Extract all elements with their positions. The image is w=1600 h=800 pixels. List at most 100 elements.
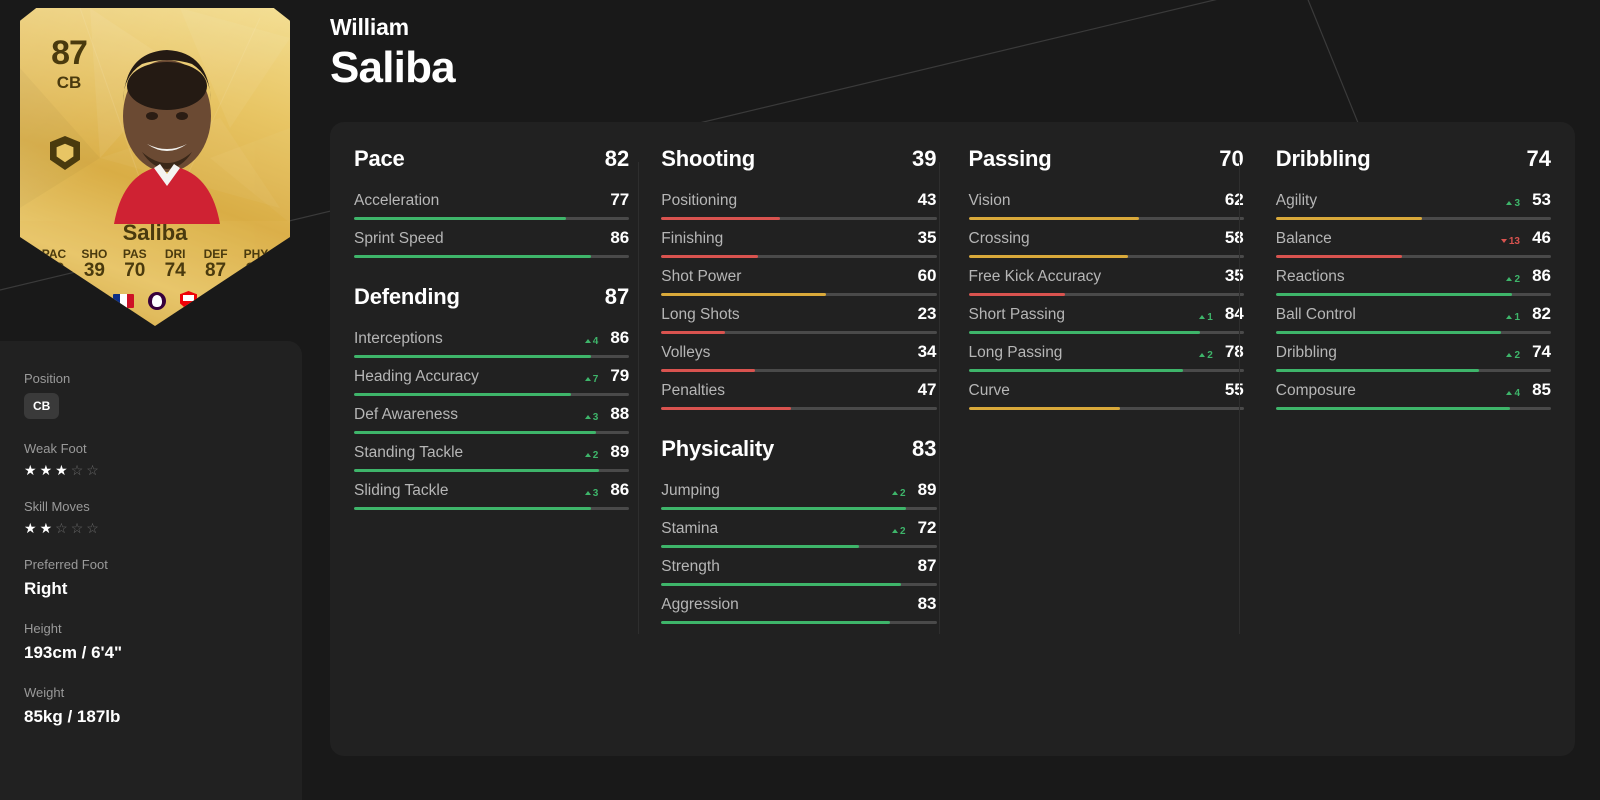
stat-delta-badge: 4	[584, 336, 598, 347]
stat-bar-track	[1275, 407, 1551, 410]
stat-delta-badge: 2	[1506, 274, 1520, 285]
stat-top: Def Awareness 3 88	[354, 404, 629, 424]
group-value: 70	[1219, 146, 1244, 171]
stat-name: Jumping	[661, 482, 720, 499]
skill-moves-stars: ★★☆☆☆	[24, 521, 278, 535]
card-position: CB	[56, 73, 82, 92]
stat-name: Penalties	[661, 382, 726, 399]
stat-delta-value: 7	[592, 373, 599, 385]
triangle-up-icon	[584, 339, 591, 343]
stat-bar-track	[661, 407, 937, 410]
stat-value: 35	[917, 228, 937, 247]
stat-name: Standing Tackle	[354, 444, 464, 461]
group-name: Physicality	[661, 436, 775, 461]
stat-bar-fill	[661, 621, 890, 624]
group-header: Pace 82	[352, 140, 631, 182]
stat-value: 74	[1532, 342, 1551, 361]
star-filled: ★	[24, 462, 40, 478]
stat-name: Crossing	[968, 230, 1030, 247]
stat-name: Long Shots	[661, 306, 740, 323]
stat-top: Sprint Speed 86	[354, 228, 629, 248]
stat-name: Acceleration	[354, 192, 440, 209]
star-empty: ☆	[70, 462, 87, 478]
stat-delta-value: 2	[899, 525, 906, 537]
stat-row: Reactions 2 86	[1274, 258, 1553, 296]
attribute-group-pace: Pace 82 Acceleration 77 Sprint Speed 86	[352, 140, 631, 258]
triangle-up-icon	[584, 415, 591, 419]
stat-name: Shot Power	[661, 268, 742, 285]
stat-value: 72	[917, 518, 937, 537]
player-name-header: William Saliba	[330, 14, 456, 93]
stat-top: Stamina 2 72	[661, 518, 936, 538]
stat-row: Acceleration 77	[352, 182, 631, 220]
stat-name: Heading Accuracy	[354, 368, 479, 385]
stat-value: 46	[1532, 228, 1551, 247]
stat-name: Aggression	[661, 596, 739, 613]
position-chip[interactable]: CB	[24, 393, 60, 419]
stat-top: Long Passing 2 78	[969, 342, 1244, 362]
column-divider	[1238, 162, 1240, 634]
stat-name: Short Passing	[968, 306, 1066, 323]
info-height-label: Height	[24, 621, 62, 636]
card-rating: 87 CB	[40, 36, 98, 91]
card-stat-row: PAC 82 SHO 39 PAS 70 DRI 74 DEF 87 PHY 8…	[34, 248, 276, 281]
stat-row: Vision 62	[967, 182, 1246, 220]
group-value: 83	[912, 436, 937, 461]
attribute-group-dribbling: Dribbling 74 Agility 3 53 Balance 13 46 Reaction…	[1274, 140, 1553, 410]
info-weak-foot-label: Weak Foot	[24, 441, 87, 456]
info-weight-value: 85kg / 187lb	[24, 707, 121, 726]
info-preferred-foot-value: Right	[24, 579, 68, 598]
stat-top: Dribbling 2 74	[1276, 342, 1551, 362]
stat-delta-value: 2	[899, 487, 906, 499]
triangle-up-icon	[1506, 201, 1513, 205]
attribute-column-0: Pace 82 Acceleration 77 Sprint Speed 86 Defend…	[352, 140, 631, 644]
stat-value: 23	[917, 304, 937, 323]
column-divider	[938, 162, 940, 634]
stat-bar-fill	[354, 507, 591, 510]
stat-value: 34	[917, 342, 937, 361]
card-stat-pac: PAC 82	[41, 247, 67, 281]
triangle-up-icon	[891, 491, 898, 495]
player-card[interactable]: 87 CB Saliba PAC 82 SHO 39 PAS 70 DRI 74…	[20, 8, 290, 328]
info-position-label: Position	[24, 371, 71, 386]
stat-top: Finishing 35	[661, 228, 936, 248]
stat-delta-value: 2	[1514, 273, 1520, 285]
stat-name: Long Passing	[968, 344, 1063, 361]
stat-delta-badge: 7	[584, 373, 599, 385]
player-last-name: Saliba	[330, 43, 456, 92]
info-skill-moves-label: Skill Moves	[24, 499, 90, 514]
stat-row: Short Passing 1 84	[967, 296, 1246, 334]
stat-top: Shot Power 60	[661, 266, 936, 286]
attributes-panel: Pace 82 Acceleration 77 Sprint Speed 86 Defend…	[330, 122, 1575, 756]
stat-top: Long Shots 23	[661, 304, 936, 324]
stat-bar-track	[968, 407, 1244, 410]
stat-top: Ball Control 1 82	[1276, 304, 1551, 324]
stat-row: Def Awareness 3 88	[352, 396, 631, 434]
card-stat-pas: PAS 70	[122, 247, 147, 281]
stat-value: 89	[610, 442, 630, 461]
stat-value: 55	[1224, 380, 1244, 399]
stat-top: Acceleration 77	[354, 190, 629, 210]
stat-delta-value: 4	[1514, 387, 1520, 399]
stat-top: Volleys 34	[661, 342, 936, 362]
france-flag-icon	[113, 294, 134, 308]
left-column: 87 CB Saliba PAC 82 SHO 39 PAS 70 DRI 74…	[0, 0, 310, 800]
stat-row: Penalties 47	[659, 372, 938, 410]
stat-bar-fill	[968, 407, 1120, 410]
stat-top: Penalties 47	[661, 380, 936, 400]
stat-delta-value: 1	[1207, 311, 1213, 323]
stat-delta-value: 3	[592, 487, 599, 499]
player-portrait	[92, 24, 242, 224]
stat-value: 78	[1224, 342, 1244, 361]
triangle-up-icon	[1199, 353, 1206, 357]
stat-delta-value: 2	[1207, 349, 1213, 361]
stat-row: Strength 87	[659, 548, 938, 586]
stat-top: Aggression 83	[661, 594, 936, 614]
stat-top: Free Kick Accuracy 35	[969, 266, 1244, 286]
stat-delta-value: 13	[1508, 235, 1520, 247]
stat-delta-badge: 4	[1506, 388, 1520, 399]
info-weight-label: Weight	[24, 685, 65, 700]
stat-top: Sliding Tackle 3 86	[354, 480, 629, 500]
stat-row: Crossing 58	[967, 220, 1246, 258]
stat-name: Positioning	[661, 192, 738, 209]
